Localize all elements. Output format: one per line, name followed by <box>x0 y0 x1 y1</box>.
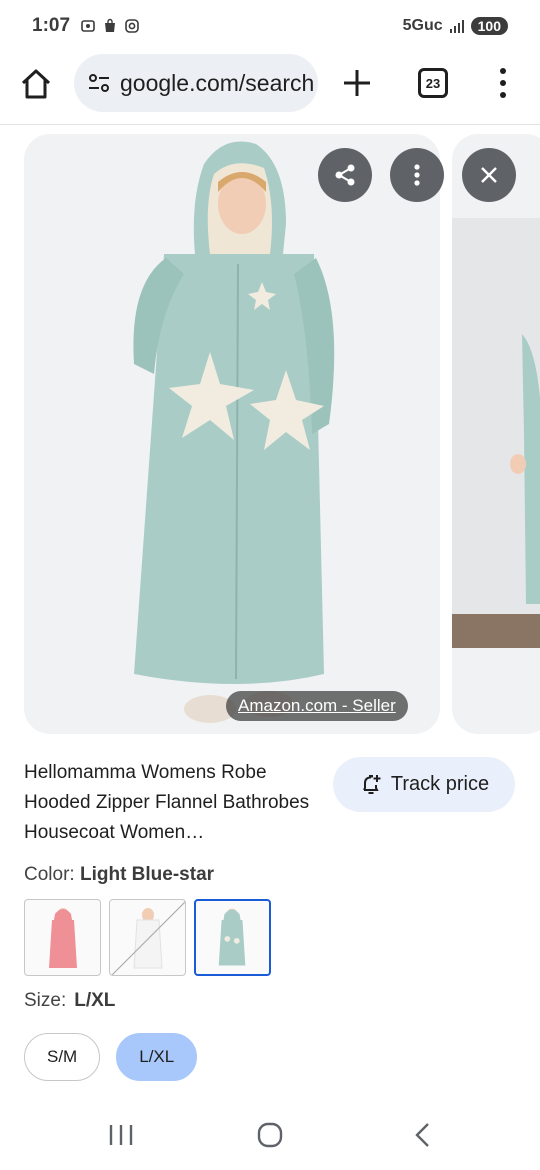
next-image-preview <box>452 218 540 648</box>
home-icon[interactable] <box>18 66 54 102</box>
color-label-row: Color: Light Blue-star <box>24 864 214 886</box>
image-source-link[interactable]: Amazon.com - Seller <box>226 691 408 721</box>
shopping-bag-icon <box>105 18 116 32</box>
size-options: S/M L/XL <box>24 1033 198 1081</box>
close-button[interactable] <box>462 148 516 202</box>
size-label: Size: <box>24 990 67 1011</box>
track-price-button[interactable]: Track price <box>333 757 515 812</box>
color-swatches <box>24 899 271 976</box>
status-notification-icons <box>80 18 140 34</box>
back-icon[interactable] <box>408 1120 438 1150</box>
size-value: L/XL <box>74 990 116 1011</box>
site-settings-icon[interactable] <box>86 70 112 96</box>
size-option-s-m[interactable]: S/M <box>24 1033 101 1081</box>
more-menu-icon[interactable] <box>494 66 512 100</box>
white-robe-thumbnail <box>111 901 185 975</box>
status-bar: 1:07 5Guc 100 <box>0 0 540 52</box>
tab-switcher-button[interactable]: 23 <box>418 68 448 98</box>
next-product-image[interactable] <box>452 134 540 734</box>
light-blue-robe-thumbnail <box>218 908 246 966</box>
robe-illustration <box>133 141 335 723</box>
color-swatch-pink[interactable] <box>24 899 101 976</box>
new-tab-icon[interactable] <box>340 66 374 100</box>
pink-robe-thumbnail <box>49 908 77 968</box>
status-time: 1:07 <box>32 15 71 36</box>
color-swatch-light-blue-star[interactable] <box>194 899 271 976</box>
share-icon <box>335 164 355 186</box>
status-indicators: 5Guc 100 <box>403 17 508 35</box>
system-nav-bar <box>0 1100 540 1170</box>
product-image[interactable] <box>24 134 440 734</box>
instagram-icon <box>125 19 139 33</box>
more-vert-icon <box>414 164 420 186</box>
network-type: 5Guc <box>402 17 443 34</box>
color-swatch-white[interactable] <box>109 899 186 976</box>
toolbar-divider <box>0 124 540 125</box>
track-price-label: Track price <box>390 773 490 795</box>
recent-apps-icon[interactable] <box>106 1120 136 1150</box>
browser-toolbar: google.com/search 23 <box>0 52 540 114</box>
url-text: google.com/search <box>120 69 315 96</box>
product-title[interactable]: Hellomamma Womens Robe Hooded Zipper Fla… <box>24 758 324 848</box>
address-bar[interactable]: google.com/search <box>74 54 318 112</box>
size-label-row: Size: L/XL <box>24 990 115 1012</box>
share-button[interactable] <box>318 148 372 202</box>
more-options-button[interactable] <box>390 148 444 202</box>
color-label: Color: <box>24 864 75 885</box>
close-icon <box>481 167 497 183</box>
bell-plus-icon <box>363 774 381 794</box>
signal-icon <box>449 20 464 33</box>
battery-level: 100 <box>470 17 508 35</box>
screenshot-icon <box>81 20 95 32</box>
size-option-l-xl[interactable]: L/XL <box>116 1033 198 1081</box>
tab-count: 23 <box>425 75 441 91</box>
color-value: Light Blue-star <box>79 864 215 885</box>
home-nav-icon[interactable] <box>255 1120 285 1150</box>
